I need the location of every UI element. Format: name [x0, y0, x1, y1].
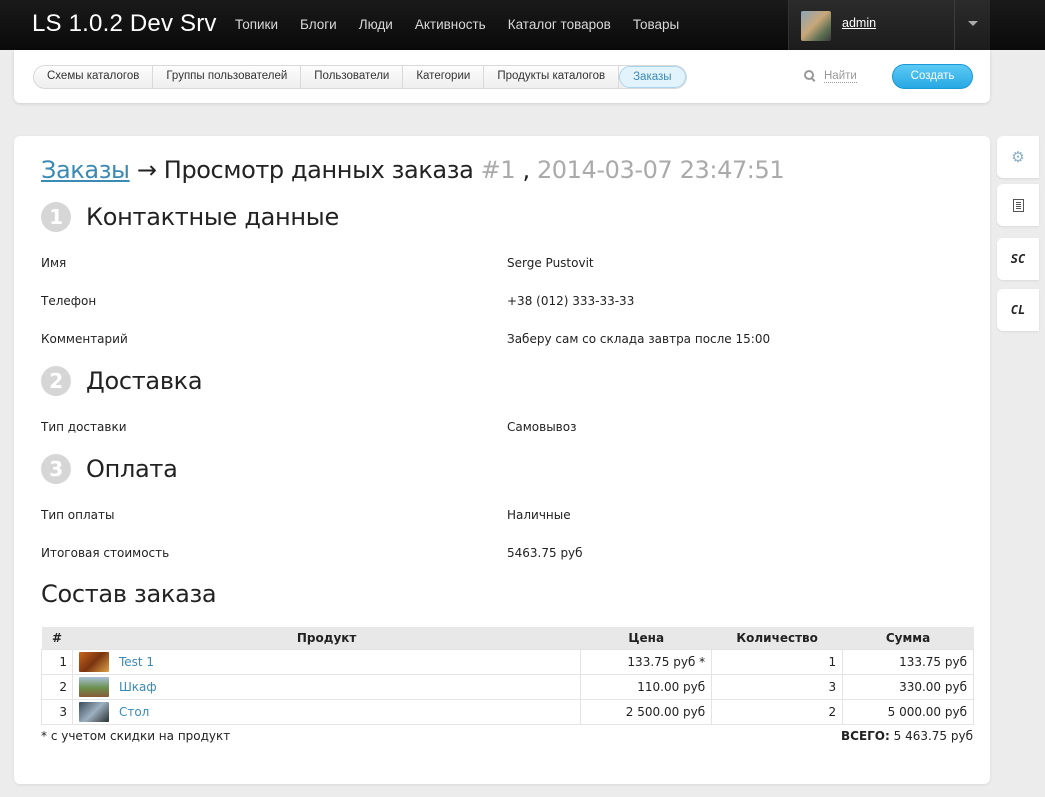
row-index: 3 — [41, 698, 73, 725]
sum-cell: 5 000.00 руб — [842, 698, 974, 725]
search-toggle[interactable]: Найти — [804, 70, 857, 83]
main-nav: Топики Блоги Люди Активность Каталог тов… — [224, 0, 690, 50]
column-header-sum: Сумма — [842, 627, 974, 649]
field-value-comment: Заберу сам со склада завтра после 15:00 — [507, 332, 771, 346]
breadcrumb-arrow: → — [136, 156, 157, 184]
site-brand[interactable]: LS 1.0.2 Dev Srv — [32, 10, 217, 38]
column-header-index: # — [41, 627, 73, 649]
product-cell: Стол — [71, 698, 582, 725]
product-thumbnail[interactable] — [78, 651, 109, 672]
column-header-price: Цена — [580, 627, 712, 649]
nav-people[interactable]: Люди — [348, 0, 404, 50]
table-row: 1 Test 1 133.75 руб * 1 133.75 руб — [41, 648, 974, 675]
order-number: #1 — [480, 156, 516, 184]
field-value-name: Serge Pustovit — [507, 256, 594, 270]
tab-user-groups[interactable]: Группы пользователей — [153, 66, 302, 88]
row-index: 2 — [41, 673, 73, 700]
quantity-cell: 1 — [711, 648, 844, 675]
gear-icon: ⚙ — [1011, 148, 1025, 166]
admin-tabs: Схемы каталогов Группы пользователей Пол… — [33, 65, 687, 89]
order-items-table: # Продукт Цена Количество Сумма 1 Test 1… — [41, 627, 974, 725]
field-label-total-cost: Итоговая стоимость — [41, 546, 170, 560]
table-row: 3 Стол 2 500.00 руб 2 5 000.00 руб — [41, 698, 974, 725]
product-thumbnail[interactable] — [78, 676, 109, 697]
nav-product-catalog[interactable]: Каталог товаров — [497, 0, 622, 50]
section-heading: Контактные данные — [86, 203, 339, 231]
field-label-phone: Телефон — [41, 294, 97, 308]
product-link[interactable]: Test 1 — [119, 655, 154, 669]
order-date: 2014-03-07 23:47:51 — [536, 156, 785, 184]
tab-orders[interactable]: Заказы — [619, 66, 686, 88]
tab-catalog-schemes[interactable]: Схемы каталогов — [34, 66, 154, 88]
step-badge: 3 — [41, 454, 71, 484]
column-header-product: Продукт — [72, 627, 581, 649]
row-index: 1 — [41, 648, 73, 675]
total-value: 5 463.75 руб — [893, 729, 973, 743]
product-thumbnail[interactable] — [78, 701, 109, 722]
table-header-row: # Продукт Цена Количество Сумма — [41, 627, 974, 649]
product-link[interactable]: Стол — [119, 705, 149, 719]
section-delivery-title: 2 Доставка — [41, 366, 203, 396]
nav-topics[interactable]: Топики — [224, 0, 289, 50]
tab-categories[interactable]: Категории — [403, 66, 485, 88]
table-row: 2 Шкаф 110.00 руб 3 330.00 руб — [41, 673, 974, 700]
side-sc-button[interactable]: SC — [997, 238, 1039, 280]
quantity-cell: 3 — [711, 673, 844, 700]
side-document-button[interactable] — [997, 184, 1039, 226]
section-heading: Доставка — [86, 367, 203, 395]
nav-blogs[interactable]: Блоги — [289, 0, 348, 50]
search-link[interactable]: Найти — [824, 70, 857, 83]
tab-catalog-products[interactable]: Продукты каталогов — [484, 66, 620, 88]
field-value-total-cost: 5463.75 руб — [507, 546, 583, 560]
field-label-delivery-type: Тип доставки — [41, 420, 127, 434]
order-total: ВСЕГО: 5 463.75 руб — [714, 729, 973, 743]
discount-footnote: * с учетом скидки на продукт — [41, 729, 231, 743]
top-navbar: LS 1.0.2 Dev Srv Топики Блоги Люди Актив… — [0, 0, 1045, 50]
side-cl-button[interactable]: CL — [997, 289, 1039, 331]
section-heading: Оплата — [86, 455, 178, 483]
price-cell: 2 500.00 руб — [580, 698, 713, 725]
product-cell: Шкаф — [71, 673, 582, 700]
chevron-down-icon — [968, 21, 978, 26]
field-label-name: Имя — [41, 256, 67, 270]
product-link[interactable]: Шкаф — [119, 680, 157, 694]
sum-cell: 330.00 руб — [842, 673, 974, 700]
page-title: Заказы → Просмотр данных заказа #1 , 201… — [41, 156, 785, 184]
step-badge: 1 — [41, 202, 71, 232]
tab-users[interactable]: Пользователи — [301, 66, 404, 88]
section-payment-title: 3 Оплата — [41, 454, 178, 484]
create-button[interactable]: Создать — [892, 64, 973, 89]
order-details-panel: Заказы → Просмотр данных заказа #1 , 201… — [14, 136, 990, 784]
column-header-quantity: Количество — [711, 627, 843, 649]
nav-activity[interactable]: Активность — [404, 0, 497, 50]
product-cell: Test 1 — [71, 648, 582, 675]
title-separator: , — [522, 156, 530, 184]
sc-label: SC — [1010, 252, 1026, 266]
breadcrumb-orders-link[interactable]: Заказы — [41, 156, 130, 184]
price-cell: 133.75 руб * — [580, 648, 713, 675]
quantity-cell: 2 — [711, 698, 844, 725]
nav-products[interactable]: Товары — [622, 0, 690, 50]
cl-label: CL — [1010, 303, 1026, 317]
section-contact-title: 1 Контактные данные — [41, 202, 339, 232]
field-label-comment: Комментарий — [41, 332, 128, 346]
user-dropdown-toggle[interactable] — [954, 0, 990, 50]
side-settings-button[interactable]: ⚙ — [997, 136, 1039, 178]
avatar[interactable] — [801, 11, 831, 41]
field-label-payment-type: Тип оплаты — [41, 508, 115, 522]
document-icon — [1012, 198, 1024, 212]
username-link[interactable]: admin — [842, 16, 876, 30]
field-value-phone: +38 (012) 333-33-33 — [507, 294, 635, 308]
price-cell: 110.00 руб — [580, 673, 713, 700]
order-items-title: Состав заказа — [41, 580, 217, 608]
field-value-delivery-type: Самовывоз — [507, 420, 577, 434]
field-value-payment-type: Наличные — [507, 508, 571, 522]
total-label: ВСЕГО: — [841, 729, 890, 743]
sum-cell: 133.75 руб — [842, 648, 974, 675]
step-badge: 2 — [41, 366, 71, 396]
search-icon — [804, 70, 817, 83]
page-title-text: Просмотр данных заказа — [163, 156, 474, 184]
admin-subnav-panel: Схемы каталогов Группы пользователей Пол… — [14, 50, 990, 103]
